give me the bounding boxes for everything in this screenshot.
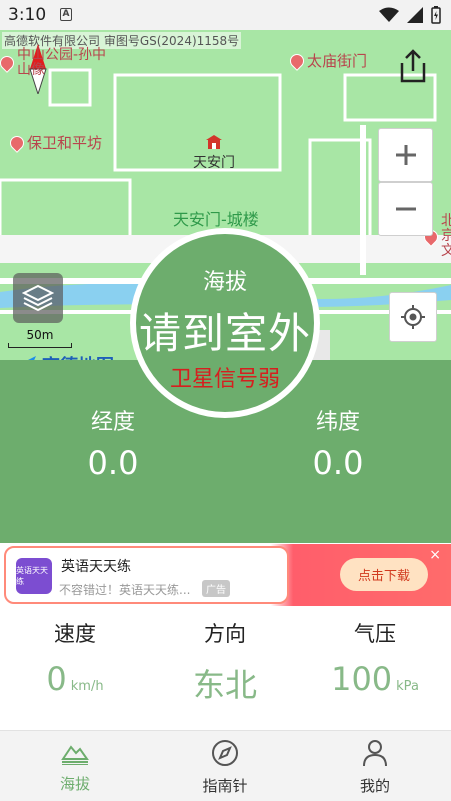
pressure-stat: 气压 100 kPa [300,618,450,698]
speed-stat: 速度 0 km/h [0,618,150,698]
speed-label: 速度 [54,622,96,646]
latitude-value: 0.0 [312,444,364,482]
zoom-in-button[interactable] [378,128,433,182]
speed-value-row: 0 km/h [0,660,150,698]
direction-stat: 方向 东北 [150,618,300,706]
scale-label: 50m [26,328,54,342]
longitude-block: 经度 0.0 [53,404,173,482]
user-icon [363,740,387,767]
amap-logo-text: 高德地图 [42,352,114,360]
speed-value: 0 [46,660,67,698]
locate-button[interactable] [389,292,437,342]
direction-value: 东北 [192,666,257,704]
status-icons [379,6,441,24]
poi-taimiao-gate[interactable]: 太庙街门 [287,50,368,71]
share-icon [400,49,426,83]
ad-subtitle: 不容错过！英语天天练... [59,583,191,597]
compass-icon [212,740,238,766]
pressure-value-row: 100 kPa [300,660,450,698]
poi-label: 太庙街门 [307,52,368,70]
ad-title: 英语天天练 [61,559,131,575]
pressure-value: 100 [331,660,393,698]
poi-tiananmen[interactable]: 天安门 [193,134,235,172]
ad-close-icon[interactable]: × [429,547,441,563]
pressure-unit: kPa [396,679,419,694]
stats-row: 速度 0 km/h 方向 东北 气压 100 kPa [0,618,451,728]
tab-profile[interactable]: 我的 [315,739,435,796]
landmark-icon [206,135,222,149]
layers-icon [22,284,54,312]
tab-compass-label: 指南针 [202,777,248,795]
direction-value-row: 东北 [150,660,300,706]
status-time: 3:10 [8,5,47,25]
signal-icon [407,7,423,23]
locate-icon [401,305,425,329]
pressure-label: 气压 [354,622,396,646]
poi-label: 天安门-城楼 [173,210,259,229]
ad-tag: 广告 [202,580,230,597]
scale-bar [8,343,72,348]
share-button[interactable] [396,48,430,84]
poi-label: 保卫和平坊 [27,134,103,152]
zoom-out-button[interactable] [378,182,433,236]
altitude-value: 请到室外 [138,309,311,358]
poi-pin-icon [0,53,17,73]
plus-icon [395,145,416,165]
tab-compass[interactable]: 指南针 [165,739,285,796]
poi-label: 北京文 [441,213,451,259]
poi-peace-arch[interactable]: 保卫和平坊 [7,132,103,153]
poi-pin-icon [287,50,307,71]
layers-button[interactable] [13,273,63,323]
battery-icon [431,6,441,24]
minus-icon [395,207,416,211]
longitude-value: 0.0 [87,444,139,482]
poi-tiananmen-tower[interactable]: 天安门-城楼 [173,206,259,230]
wifi-icon [379,7,399,22]
amap-logo: 高德地图 [14,352,114,360]
mountain-icon [61,745,89,766]
latitude-block: 纬度 0.0 [278,404,398,482]
map-scale: 50m [8,328,72,348]
signal-status: 卫星信号弱 [169,367,280,392]
poi-zhongshan-park[interactable]: 中山公园-孙中山像 [0,48,107,78]
ad-banner[interactable]: 英语天天练 英语天天练 不容错过！英语天天练... 广告 点击下载 × [0,544,451,606]
speed-unit: km/h [70,679,104,694]
ad-app-icon-text: 英语天天练 [16,566,48,586]
altitude-gauge: 海拔 请到室外 卫星信号弱 [130,228,320,418]
ad-card[interactable]: 英语天天练 英语天天练 不容错过！英语天天练... 广告 [4,546,289,604]
status-bar: 3:10 A [0,0,451,30]
poi-label: 中山公园-孙中山像 [17,47,107,78]
direction-label: 方向 [204,622,246,646]
latitude-label: 纬度 [315,410,360,435]
tab-altitude[interactable]: 海拔 [15,739,135,794]
tab-profile-label: 我的 [359,777,390,795]
ad-app-icon: 英语天天练 [16,558,52,594]
longitude-label: 经度 [90,410,135,435]
altitude-title: 海拔 [202,270,247,295]
ad-download-button[interactable]: 点击下载 [340,558,428,591]
tab-altitude-label: 海拔 [59,775,90,793]
poi-label: 天安门 [193,155,235,171]
notification-icon: A [60,8,72,21]
poi-pin-icon [7,132,27,153]
bottom-nav: 海拔 指南针 我的 [0,730,451,801]
